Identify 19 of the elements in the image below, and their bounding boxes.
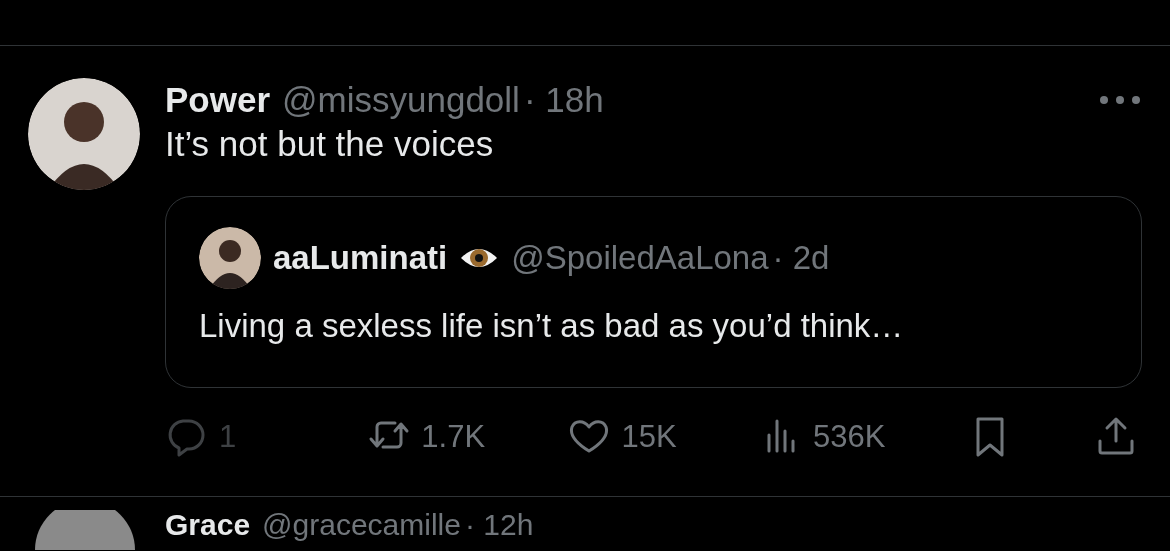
like-button[interactable]: 15K xyxy=(567,414,677,461)
user-name[interactable]: Power xyxy=(165,78,271,122)
user-name: aaLuminati xyxy=(273,238,448,278)
post-time: · 2d xyxy=(772,238,830,278)
post-time[interactable]: · 12h xyxy=(464,507,534,550)
user-handle: @SpoiledAaLona xyxy=(511,238,769,278)
post-time[interactable]: · 18h xyxy=(523,78,604,122)
user-handle[interactable]: @gracecamille xyxy=(262,507,461,550)
quoted-post[interactable]: aaLuminati @SpoiledAaLona· 2d Living a sexless life isn’t as bad as you’d think… xyxy=(165,196,1142,388)
repost-button[interactable]: 1.7K xyxy=(367,414,486,461)
post-text: It’s not but the voices xyxy=(165,123,495,165)
more-icon[interactable] xyxy=(1098,95,1142,105)
quoted-text: Living a sexless life isn’t as bad as you’d think… xyxy=(199,306,905,346)
avatar[interactable] xyxy=(35,510,135,550)
avatar xyxy=(199,227,261,289)
user-name[interactable]: Grace xyxy=(165,507,251,550)
avatar[interactable] xyxy=(28,78,140,190)
views-button[interactable]: 536K xyxy=(758,414,886,461)
user-handle[interactable]: @missyungdoll xyxy=(282,78,520,122)
